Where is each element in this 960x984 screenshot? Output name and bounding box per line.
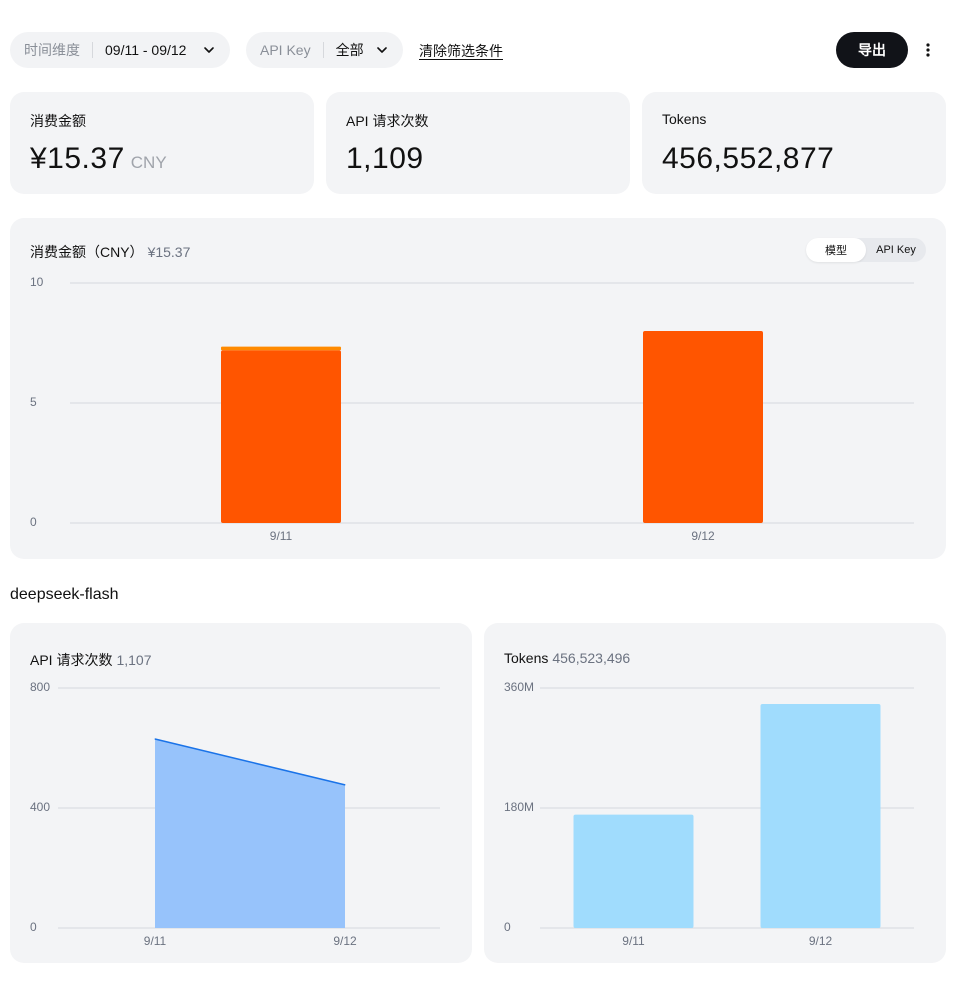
divider <box>92 42 93 58</box>
requests-y-tick-label: 800 <box>30 680 50 694</box>
requests-chart-card: API 请求次数 1,107 0 400 800 9/11 9/12 <box>10 623 472 963</box>
requests-stat-label: API 请求次数 <box>346 113 429 129</box>
cost-stat-value: ¥15.37 CNY <box>30 142 167 176</box>
cost-y-tick-label: 10 <box>30 275 44 289</box>
clear-filters-link[interactable]: 清除筛选条件 <box>419 41 503 61</box>
requests-x-tick-label: 9/11 <box>144 934 167 948</box>
requests-y-tick-label: 400 <box>30 800 50 814</box>
api-key-filter[interactable]: API Key 全部 <box>246 32 403 68</box>
cost-bar <box>643 331 763 523</box>
requests-area <box>155 739 345 928</box>
requests-y-tick-label: 0 <box>30 920 37 934</box>
more-options-icon[interactable] <box>918 38 938 62</box>
api-key-filter-value: 全部 <box>335 42 364 58</box>
api-key-filter-label: API Key <box>260 42 311 58</box>
requests-stat-card: API 请求次数 1,109 <box>326 92 630 194</box>
chevron-down-icon <box>204 47 214 53</box>
cost-y-tick-label: 5 <box>30 395 37 409</box>
requests-point <box>344 784 346 786</box>
requests-point <box>154 738 156 740</box>
chevron-down-icon <box>377 47 387 53</box>
tokens-bar-chart: 0 180M 360M 9/11 9/12 <box>504 680 914 948</box>
tokens-x-tick-label: 9/12 <box>809 934 833 948</box>
cost-bar-chart: 0 5 10 9/11 9/12 <box>30 275 914 543</box>
time-filter-label: 时间维度 <box>24 42 80 58</box>
cost-bar-secondary <box>221 346 341 351</box>
time-range-filter[interactable]: 时间维度 09/11 - 09/12 <box>10 32 230 68</box>
cost-stat-card: 消费金额 ¥15.37 CNY <box>10 92 314 194</box>
requests-area-chart: 0 400 800 9/11 9/12 <box>30 680 440 948</box>
tokens-stat-label: Tokens <box>662 111 707 127</box>
cost-chart-card: 消费金额（CNY） ¥15.37 模型 API Key 0 5 10 9/11 9/12 <box>10 218 946 559</box>
cost-x-tick-label: 9/11 <box>270 529 293 543</box>
requests-stat-value: 1,109 <box>346 142 424 175</box>
time-filter-value: 09/11 - 09/12 <box>105 42 187 58</box>
cost-currency: CNY <box>130 153 167 172</box>
model-section-heading: deepseek-flash <box>10 586 119 603</box>
requests-x-tick-label: 9/12 <box>333 934 357 948</box>
tokens-bar <box>760 704 881 928</box>
tokens-chart-card: Tokens 456,523,496 0 180M 360M 9/11 9/12 <box>484 623 946 963</box>
cost-y-tick-label: 0 <box>30 515 37 529</box>
divider <box>322 42 324 58</box>
tokens-y-tick-label: 360M <box>504 680 534 694</box>
cost-bar <box>221 350 341 523</box>
tokens-stat-card: Tokens 456,552,877 <box>642 92 946 194</box>
export-button[interactable]: 导出 <box>836 32 908 68</box>
cost-stat-label: 消费金额 <box>30 113 86 129</box>
cost-x-tick-label: 9/12 <box>691 529 715 543</box>
tokens-y-tick-label: 180M <box>504 800 534 814</box>
cost-amount: ¥15.37 <box>30 142 125 175</box>
tokens-x-tick-label: 9/11 <box>622 934 645 948</box>
tokens-stat-value: 456,552,877 <box>662 142 835 175</box>
tokens-y-tick-label: 0 <box>504 920 511 934</box>
tokens-bar <box>573 814 694 928</box>
